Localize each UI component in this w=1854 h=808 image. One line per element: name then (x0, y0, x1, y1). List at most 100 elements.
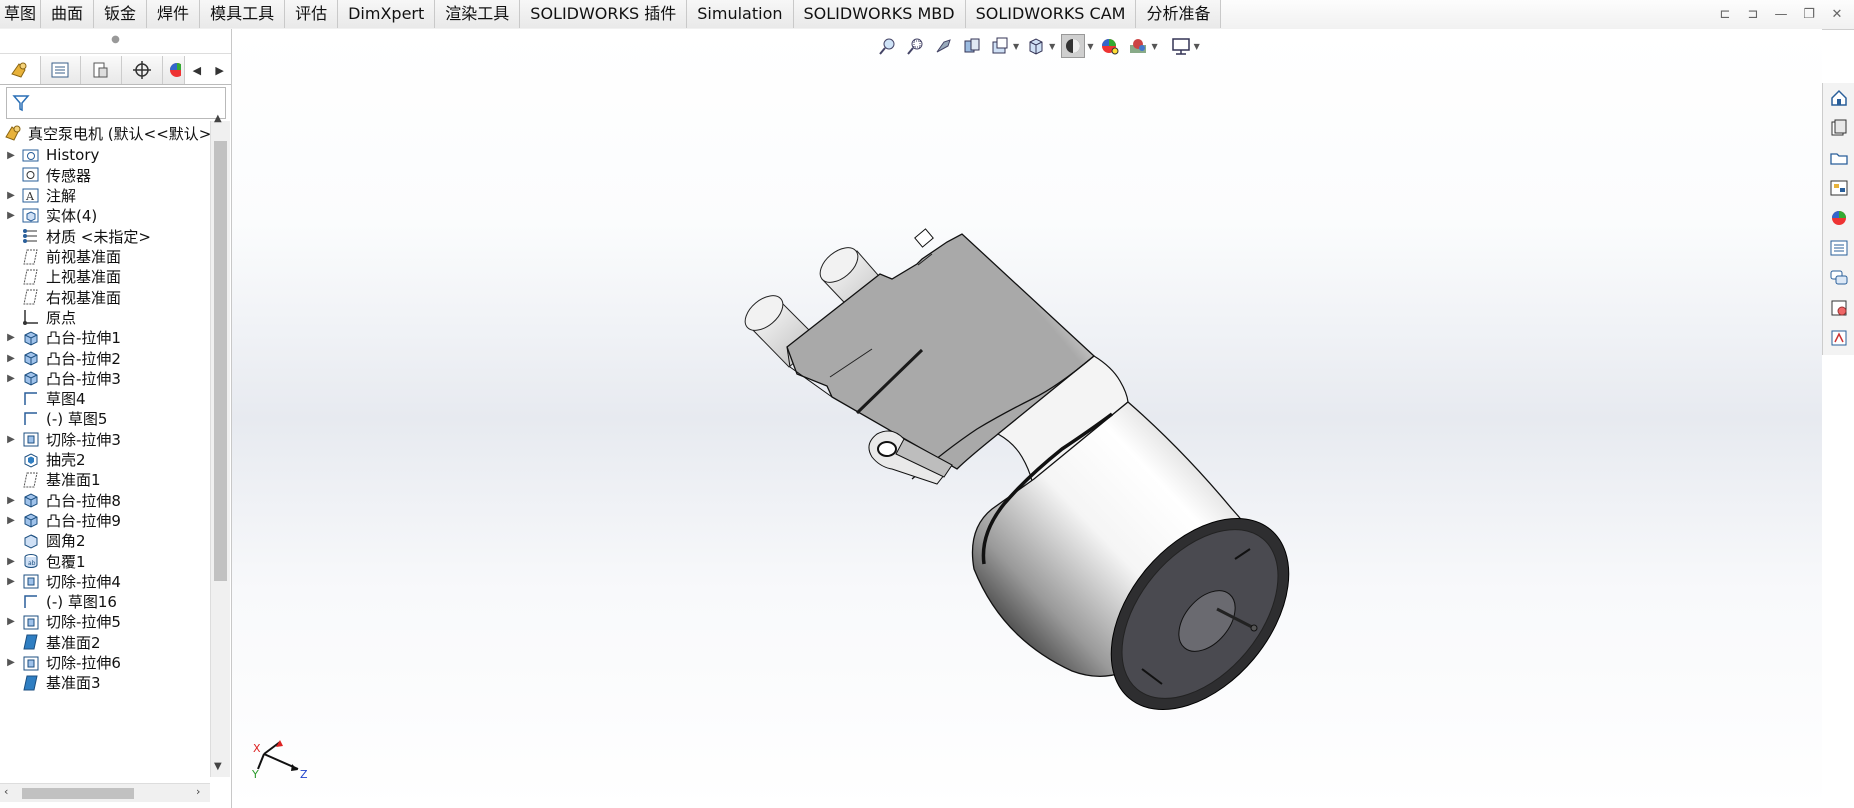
tree-vertical-scrollbar[interactable]: ▲ ▼ (210, 113, 230, 777)
boss-extrude-icon (22, 329, 40, 347)
task-pane (1822, 83, 1854, 355)
origin-icon (22, 308, 40, 326)
triad-z-label: Z (300, 768, 308, 779)
tree-item[interactable]: 基准面3 (0, 671, 210, 695)
feature-manager-tab[interactable] (0, 56, 41, 84)
expand-arrow-icon[interactable]: ▶ (0, 616, 22, 627)
sketch-icon (22, 593, 40, 611)
tree-root-part[interactable]: 真空泵电机 (默认<<默认> (4, 121, 210, 145)
cut-extrude-icon (22, 572, 40, 590)
expand-arrow-icon[interactable]: ▶ (0, 332, 22, 343)
scroll-up-icon[interactable]: ▲ (214, 113, 222, 124)
sketch-icon (22, 410, 40, 428)
tab-2[interactable]: 钣金 (94, 0, 148, 28)
tree-horizontal-scrollbar[interactable]: ‹ › (0, 783, 210, 802)
tools-settings-icon[interactable] (1823, 293, 1854, 323)
expand-arrow-icon[interactable]: ▶ (0, 373, 22, 384)
tab-6[interactable]: DimXpert (338, 0, 436, 28)
tab-12[interactable]: 分析准备 (1136, 0, 1222, 28)
annotation-icon: A (22, 187, 40, 205)
add-ins-icon[interactable] (1823, 323, 1854, 353)
scroll-thumb[interactable] (214, 141, 227, 581)
tab-9[interactable]: Simulation (687, 0, 794, 28)
tab-10[interactable]: SOLIDWORKS MBD (793, 0, 966, 28)
appearances-scenes-icon[interactable] (1823, 203, 1854, 233)
material-icon (22, 227, 40, 245)
expand-arrow-icon[interactable]: ▶ (0, 353, 22, 364)
dimxpert-manager-tab[interactable] (121, 56, 163, 84)
maximize-icon[interactable]: ❐ (1800, 5, 1818, 23)
tab-scroll-right-icon[interactable]: ▶ (208, 56, 231, 84)
expand-arrow-icon[interactable]: ▶ (0, 210, 22, 221)
tab-scroll-left-icon[interactable]: ◀ (185, 56, 208, 84)
expand-arrow-icon[interactable]: ▶ (0, 150, 22, 161)
scroll-left-icon[interactable]: ‹ (4, 785, 8, 798)
crosshair-icon (132, 61, 151, 79)
part-icon (5, 125, 21, 141)
property-manager-tab[interactable] (40, 56, 82, 84)
close-icon[interactable]: ✕ (1828, 5, 1846, 23)
scroll-down-icon[interactable]: ▼ (214, 761, 222, 772)
minimize-icon[interactable]: — (1772, 5, 1790, 23)
file-explorer-icon[interactable] (1823, 143, 1854, 173)
tab-5[interactable]: 评估 (285, 0, 339, 28)
tab-11[interactable]: SOLIDWORKS CAM (965, 0, 1137, 28)
configuration-manager-tab[interactable] (81, 56, 122, 84)
property-list-icon (51, 62, 69, 78)
tab-7[interactable]: 渲染工具 (435, 0, 521, 28)
horizontal-scroll-thumb[interactable] (22, 788, 134, 799)
restore-left-icon[interactable]: ⊏ (1716, 5, 1734, 23)
svg-text:ab: ab (28, 560, 36, 567)
boss-extrude-icon (22, 511, 40, 529)
sensor-icon (22, 166, 40, 184)
shell-icon (22, 451, 40, 469)
tab-3[interactable]: 焊件 (147, 0, 201, 28)
solidworks-resources-icon[interactable] (1823, 83, 1854, 113)
plane-solid-icon (22, 674, 40, 692)
history-folder-icon (22, 146, 40, 164)
feature-tree: 真空泵电机 (默认<<默认> ▶ History 传感器 ▶ A 注解 ▶ 实体(4) 材质 <… (0, 119, 210, 777)
tab-4[interactable]: 模具工具 (200, 0, 286, 28)
boss-extrude-icon (22, 491, 40, 509)
filter-icon (12, 95, 30, 112)
feature-tree-icon (11, 62, 27, 78)
cut-extrude-icon (22, 654, 40, 672)
forum-icon[interactable] (1823, 263, 1854, 293)
expand-arrow-icon[interactable]: ▶ (0, 434, 22, 445)
scroll-right-icon[interactable]: › (196, 785, 200, 798)
plane-solid-icon (22, 633, 40, 651)
tree-item-label: History (46, 146, 100, 164)
tab-8[interactable]: SOLIDWORKS 插件 (520, 0, 688, 28)
plane-icon (22, 471, 40, 489)
triad-x-label: X (253, 742, 261, 755)
expand-arrow-icon[interactable]: ▶ (0, 576, 22, 587)
expand-arrow-icon[interactable]: ▶ (0, 495, 22, 506)
view-palette-icon[interactable] (1823, 173, 1854, 203)
svg-text:A: A (25, 190, 35, 203)
plane-icon (22, 288, 40, 306)
design-library-icon[interactable] (1823, 113, 1854, 143)
panel-grip[interactable]: ● (0, 29, 231, 54)
triad-y-label: Y (251, 768, 259, 779)
fillet-icon (22, 532, 40, 550)
vacuum-pump-motor-model[interactable] (232, 29, 1822, 808)
manager-tabs: ◀ ▶ (0, 56, 231, 85)
tree-item-label: 基准面3 (46, 674, 101, 693)
window-controls: ⊏ ⊐ — ❐ ✕ (1716, 5, 1846, 23)
tree-filter-field[interactable] (6, 87, 226, 119)
tab-1[interactable]: 曲面 (41, 0, 95, 28)
expand-arrow-icon[interactable]: ▶ (0, 657, 22, 668)
restore-right-icon[interactable]: ⊐ (1744, 5, 1762, 23)
boss-extrude-icon (22, 349, 40, 367)
plane-icon (22, 268, 40, 286)
cut-extrude-icon (22, 430, 40, 448)
tab-0[interactable]: 草图 (0, 0, 42, 28)
display-manager-tab[interactable] (162, 56, 186, 84)
expand-arrow-icon[interactable]: ▶ (0, 515, 22, 526)
expand-arrow-icon[interactable]: ▶ (0, 556, 22, 567)
plane-icon (22, 248, 40, 266)
expand-arrow-icon[interactable]: ▶ (0, 190, 22, 201)
custom-properties-icon[interactable] (1823, 233, 1854, 263)
graphics-area[interactable]: ▼ ▼ ▼ ▼ ▼ X Y Z (232, 29, 1822, 808)
part-name: 真空泵电机 (默认<<默认> (28, 124, 210, 143)
